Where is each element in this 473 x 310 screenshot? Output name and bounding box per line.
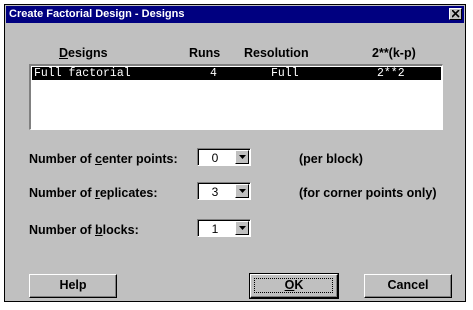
design-name-cell: Full factorial (34, 67, 131, 80)
cancel-button[interactable]: Cancel (364, 274, 452, 298)
chevron-down-icon (239, 189, 246, 193)
column-header-designs: Designs (59, 46, 108, 60)
chevron-down-icon (239, 155, 246, 159)
notation-cell: 2**2 (377, 67, 405, 80)
replicates-dropdown-button[interactable] (235, 184, 249, 198)
help-button[interactable]: Help (29, 274, 117, 298)
center-points-select[interactable]: 0 (197, 148, 251, 166)
close-icon (452, 10, 460, 18)
create-factorial-design-dialog: Create Factorial Design - Designs Design… (4, 4, 466, 302)
column-header-notation: 2**(k-p) (372, 46, 416, 60)
replicates-value: 3 (211, 185, 219, 199)
column-header-runs: Runs (189, 46, 221, 60)
designs-listbox[interactable]: Full factorial 4 Full 2**2 (29, 64, 443, 130)
blocks-select[interactable]: 1 (197, 219, 251, 237)
title-bar[interactable]: Create Factorial Design - Designs (6, 6, 464, 23)
ok-button[interactable]: OK (249, 273, 339, 299)
center-points-value: 0 (211, 151, 219, 165)
close-button[interactable] (449, 8, 462, 20)
design-row-full-factorial[interactable]: Full factorial 4 Full 2**2 (32, 67, 441, 80)
column-header-resolution: Resolution (244, 46, 309, 60)
blocks-label: Number of blocks: (29, 223, 139, 237)
runs-cell: 4 (210, 67, 217, 80)
resolution-cell: Full (271, 67, 299, 80)
center-points-dropdown-button[interactable] (235, 150, 249, 164)
focus-rectangle (254, 278, 333, 293)
window-title: Create Factorial Design - Designs (9, 8, 185, 20)
blocks-dropdown-button[interactable] (235, 221, 249, 235)
blocks-value: 1 (211, 222, 219, 236)
replicates-label: Number of replicates: (29, 186, 158, 200)
replicates-note: (for corner points only) (299, 186, 437, 200)
chevron-down-icon (239, 226, 246, 230)
replicates-select[interactable]: 3 (197, 182, 251, 200)
center-points-note: (per block) (299, 152, 363, 166)
center-points-label: Number of center points: (29, 152, 178, 166)
